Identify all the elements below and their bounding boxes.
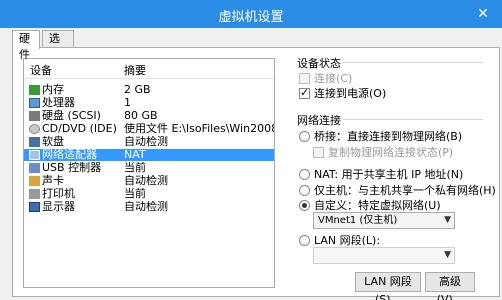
custom-network-radio[interactable]: 自定义：特定虚拟网络(U): [299, 197, 441, 213]
device-name: 打印机: [42, 187, 75, 200]
device-row-floppy[interactable]: 软盘 自动检测: [24, 136, 274, 148]
lan-segment-label: LAN 网段(L):: [314, 234, 381, 247]
connected-label: 连接(C): [314, 72, 353, 85]
hardware-panel: 设备 摘要 内存 2 GB 处理器 1 硬盘 (SCSI) 80 GB CD/D…: [12, 47, 500, 300]
connect-on-power-label: 连接到电源(O): [314, 87, 387, 100]
device-row-usb[interactable]: USB 控制器 当前: [24, 162, 274, 174]
replicate-state-checkbox[interactable]: 复制物理网络连接状态(P): [313, 144, 453, 160]
divider: [343, 119, 483, 120]
device-summary: NAT: [124, 149, 146, 161]
device-name: 处理器: [42, 96, 75, 109]
host-only-radio[interactable]: 仅主机：与主机共享一个私有网络(H): [299, 182, 496, 198]
advanced-button[interactable]: 高级(V)...: [425, 272, 475, 300]
title-bar: 虚拟机设置 ✕: [0, 0, 502, 28]
device-summary: 1: [124, 97, 131, 109]
radio-circle: [299, 199, 310, 211]
network-icon: [29, 150, 40, 160]
device-list-header: 设备 摘要: [24, 59, 274, 79]
radio-circle: [299, 168, 310, 180]
device-status-label: 设备状态: [297, 57, 341, 70]
device-row-sound[interactable]: 声卡 自动检测: [24, 175, 274, 187]
device-row-memory[interactable]: 内存 2 GB: [24, 84, 274, 96]
device-summary: 当前: [124, 162, 146, 174]
connected-checkbox[interactable]: 连接(C): [299, 70, 352, 86]
device-list[interactable]: 设备 摘要 内存 2 GB 处理器 1 硬盘 (SCSI) 80 GB CD/D…: [23, 58, 275, 288]
device-name: 内存: [42, 83, 64, 96]
bridged-label: 桥接：直接连接到物理网络(B): [314, 130, 463, 143]
close-icon[interactable]: ✕: [472, 4, 494, 24]
sound-icon: [29, 176, 40, 186]
divider: [343, 62, 483, 63]
display-icon: [29, 202, 40, 212]
device-name: 显示器: [42, 200, 75, 213]
settings-pane: 设备状态 连接(C) 连接到电源(O) 网络连接 桥接：直接连接到物理网络(B)…: [285, 48, 496, 300]
device-row-printer[interactable]: 打印机 当前: [24, 188, 274, 200]
device-row-cdrom[interactable]: CD/DVD (IDE) 使用文件 E:\IsoFiles\Win2008\..…: [24, 123, 274, 135]
device-name: 硬盘 (SCSI): [42, 109, 101, 122]
lan-segments-button[interactable]: LAN 网段(S)...: [355, 272, 421, 300]
custom-network-value: VMnet1 (仅主机): [318, 215, 398, 226]
checkbox-box: [299, 86, 310, 99]
replicate-label: 复制物理网络连接状态(P): [328, 146, 454, 159]
custom-network-label: 自定义：特定虚拟网络(U): [314, 199, 441, 212]
cpu-icon: [29, 98, 40, 108]
device-name: 网络适配器: [42, 148, 97, 161]
tab-hardware[interactable]: 硬件: [12, 30, 40, 61]
checkbox-box: [299, 72, 310, 84]
chevron-down-icon: ▼: [444, 250, 451, 260]
device-row-display[interactable]: 显示器 自动检测: [24, 201, 274, 213]
cd-icon: [29, 124, 40, 134]
printer-icon: [29, 189, 40, 199]
device-summary: 80 GB: [124, 110, 158, 122]
device-row-disk[interactable]: 硬盘 (SCSI) 80 GB: [24, 110, 274, 122]
column-summary[interactable]: 摘要: [124, 62, 146, 78]
device-summary: 自动检测: [124, 201, 168, 213]
network-connection-label: 网络连接: [297, 114, 341, 127]
radio-circle: [299, 184, 310, 196]
device-name: 软盘: [42, 135, 64, 148]
device-summary: 当前: [124, 188, 146, 200]
radio-circle: [299, 234, 310, 246]
tab-options[interactable]: 选项: [42, 30, 74, 61]
memory-icon: [29, 85, 40, 95]
device-name: USB 控制器: [42, 161, 102, 174]
floppy-icon: [29, 137, 40, 147]
usb-icon: [29, 163, 40, 173]
device-row-network-adapter[interactable]: 网络适配器 NAT: [24, 149, 274, 161]
device-summary: 自动检测: [124, 175, 168, 187]
window-title: 虚拟机设置: [218, 10, 284, 25]
custom-network-select[interactable]: VMnet1 (仅主机) ▼: [313, 212, 455, 229]
bridged-radio[interactable]: 桥接：直接连接到物理网络(B): [299, 128, 462, 144]
checkbox-box: [313, 146, 324, 158]
nat-radio[interactable]: NAT: 用于共享主机 IP 地址(N): [299, 166, 463, 182]
radio-circle: [299, 130, 310, 142]
device-row-cpu[interactable]: 处理器 1: [24, 97, 274, 109]
host-only-label: 仅主机：与主机共享一个私有网络(H): [314, 184, 496, 197]
device-name: 声卡: [42, 174, 64, 187]
lan-segment-select[interactable]: ▼: [313, 247, 455, 264]
connect-on-power-checkbox[interactable]: 连接到电源(O): [299, 85, 386, 101]
device-summary: 使用文件 E:\IsoFiles\Win2008\...: [124, 123, 274, 135]
chevron-down-icon: ▼: [444, 215, 451, 225]
device-summary: 自动检测: [124, 136, 168, 148]
column-device[interactable]: 设备: [30, 62, 52, 78]
disk-icon: [29, 111, 40, 121]
device-summary: 2 GB: [124, 84, 151, 96]
device-name: CD/DVD (IDE): [42, 122, 117, 135]
lan-segment-radio[interactable]: LAN 网段(L):: [299, 232, 380, 248]
nat-label: NAT: 用于共享主机 IP 地址(N): [314, 168, 464, 181]
